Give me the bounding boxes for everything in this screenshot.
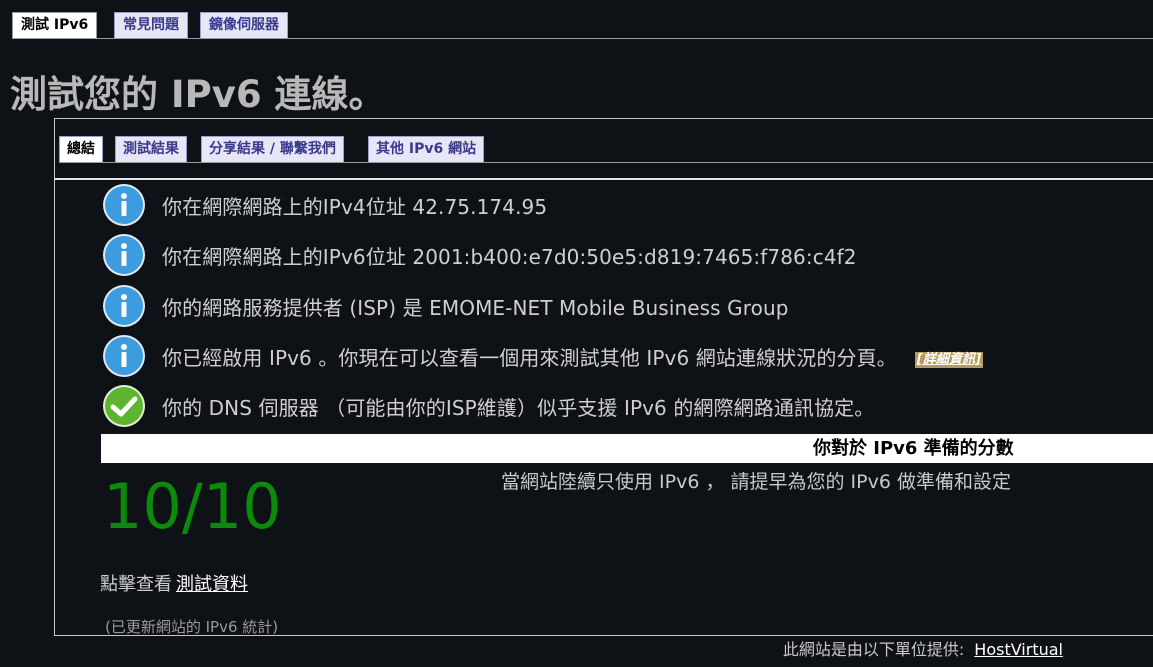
info-row-ipv4: 你在網際網路上的IPv4位址 42.75.174.95	[102, 182, 547, 228]
page: 測試 IPv6 常見問題 鏡像伺服器 測試您的 IPv6 連線。 總結 測試結果…	[0, 0, 1153, 667]
info-text-body: 你已經啟用 IPv6 。你現在可以查看一個用來測試其他 IPv6 網站連線狀況的…	[162, 345, 897, 370]
footer: 此網站是由以下單位提供: HostVirtual	[783, 636, 1063, 660]
info-icon	[102, 233, 146, 277]
divider	[55, 178, 1153, 180]
score-description: 當網站陸續只使用 IPv6 ， 請提早為您的 IPv6 做準備和設定	[501, 471, 1011, 493]
info-text: 你在網際網路上的IPv4位址 42.75.174.95	[162, 194, 548, 219]
info-text: 你在網際網路上的IPv6位址 2001:b400:e7d0:50e5:d819:…	[162, 244, 857, 269]
info-row-isp: 你的網路服務提供者 (ISP) 是 EMOME-NET Mobile Busin…	[102, 283, 789, 329]
tab-mirrors[interactable]: 鏡像伺服器	[200, 12, 288, 38]
tab-share-contact[interactable]: 分享結果 / 聯繫我們	[201, 136, 344, 162]
tab-other-ipv6-sites[interactable]: 其他 IPv6 網站	[368, 136, 485, 162]
score-title: 你對於 IPv6 準備的分數	[813, 438, 1014, 459]
info-row-ipv6: 你在網際網路上的IPv6位址 2001:b400:e7d0:50e5:d819:…	[102, 232, 857, 278]
tab-faq[interactable]: 常見問題	[114, 12, 188, 38]
details-link[interactable]: [詳細資訊]	[914, 351, 984, 368]
score-header-bar: 你對於 IPv6 準備的分數	[101, 434, 1153, 463]
info-text: 你已經啟用 IPv6 。你現在可以查看一個用來測試其他 IPv6 網站連線狀況的…	[162, 342, 984, 371]
info-text: 你的 DNS 伺服器 （可能由你的ISP維護）似乎支援 IPv6 的網際網路通訊…	[162, 395, 875, 420]
summary-panel: 總結 測試結果 分享結果 / 聯繫我們 其他 IPv6 網站 你在網際網路上的I…	[54, 118, 1153, 636]
info-row-dns: 你的 DNS 伺服器 （可能由你的ISP維護）似乎支援 IPv6 的網際網路通訊…	[102, 383, 874, 429]
info-text: 你的網路服務提供者 (ISP) 是 EMOME-NET Mobile Busin…	[162, 295, 789, 320]
top-tab-bar: 測試 IPv6 常見問題 鏡像伺服器	[12, 12, 1153, 39]
hostvirtual-link[interactable]: HostVirtual	[974, 640, 1063, 659]
tab-test-ipv6[interactable]: 測試 IPv6	[12, 12, 98, 38]
tab-test-results[interactable]: 測試結果	[115, 136, 187, 162]
page-title: 測試您的 IPv6 連線。	[10, 73, 386, 116]
sub-tab-bar: 總結 測試結果 分享結果 / 聯繫我們 其他 IPv6 網站	[59, 134, 1153, 163]
test-data-line: 點擊查看 測試資料	[100, 570, 248, 596]
info-icon	[102, 284, 146, 328]
info-row-ipv6-enabled: 你已經啟用 IPv6 。你現在可以查看一個用來測試其他 IPv6 網站連線狀況的…	[102, 333, 984, 379]
tab-summary[interactable]: 總結	[59, 136, 103, 162]
info-icon	[102, 334, 146, 378]
test-data-link[interactable]: 測試資料	[176, 574, 248, 595]
score-value: 10/10	[103, 470, 282, 543]
updated-stats-note: (已更新網站的 IPv6 統計)	[105, 618, 279, 636]
click-prefix: 點擊查看	[100, 574, 172, 595]
check-icon	[102, 384, 146, 428]
info-icon	[102, 183, 146, 227]
footer-prefix: 此網站是由以下單位提供:	[782, 640, 965, 659]
